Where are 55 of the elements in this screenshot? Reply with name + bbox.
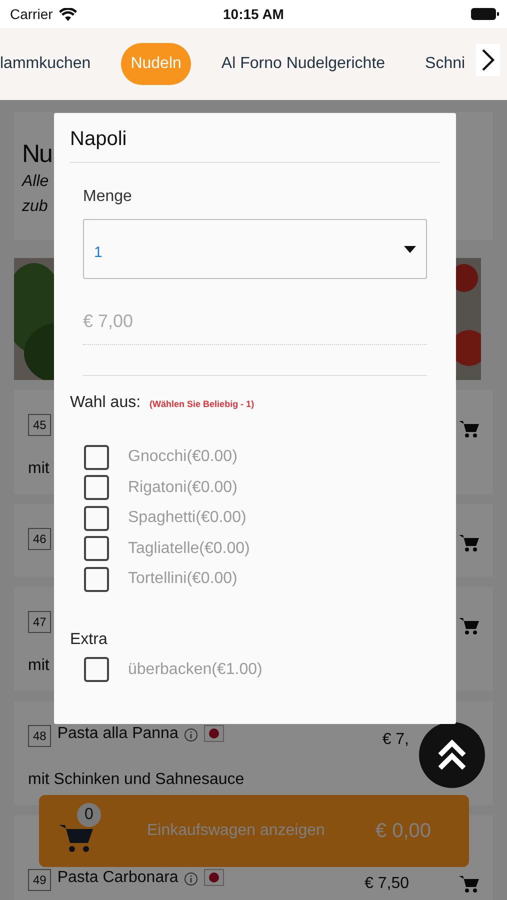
item-number: 48 [28, 725, 52, 747]
status-time: 10:15 AM [223, 6, 284, 22]
option-label: Gnocchi(€0.00) [128, 448, 238, 466]
info-icon[interactable] [184, 872, 198, 886]
category-tab[interactable]: lammkuchen [0, 43, 101, 85]
carrier-label: Carrier [10, 6, 53, 22]
item-price: € 7, [382, 730, 409, 749]
category-description: zub [22, 197, 48, 217]
item-name: Pasta Carbonara [57, 869, 178, 887]
checkbox[interactable] [84, 444, 109, 470]
checkbox[interactable] [84, 536, 109, 562]
wifi-icon [58, 8, 77, 20]
option-label: Tagliatelle(€0.00) [128, 540, 250, 558]
cart-label: Einkaufswagen anzeigen [147, 822, 325, 840]
cart-total: € 0,00 [375, 820, 431, 842]
category-tab[interactable]: Al Forno Nudelgerichte [211, 43, 396, 85]
item-number: 47 [28, 611, 52, 633]
item-name: Pasta alla Panna [57, 725, 178, 743]
cart-icon[interactable] [459, 617, 479, 635]
checkbox[interactable] [84, 657, 109, 682]
item-number: 46 [28, 528, 52, 550]
cart-icon[interactable] [459, 875, 479, 893]
quantity-select[interactable]: 1 [83, 219, 427, 279]
cart-count-badge: 0 [77, 803, 101, 827]
option-group-title: Wahl aus: [70, 394, 141, 412]
category-tab[interactable]: Schni [415, 43, 466, 85]
item-description: mit [28, 657, 50, 675]
cart-icon[interactable] [459, 420, 479, 438]
checkbox[interactable] [84, 506, 109, 531]
checkbox[interactable] [84, 475, 109, 500]
checkbox[interactable] [84, 566, 109, 592]
option-group-hint: (Wählen Sie Beliebig - 1) [150, 399, 254, 409]
option-label: überbacken(€1.00) [128, 660, 262, 679]
item-price: € 7,50 [364, 874, 409, 893]
view-cart-button[interactable]: 0 Einkaufswagen anzeigen € 0,00 [39, 795, 469, 867]
category-heading: Nu [22, 140, 52, 169]
item-number: 49 [28, 869, 52, 891]
price-field: € 7,00 [83, 311, 427, 345]
cart-icon[interactable] [459, 534, 479, 552]
category-description: Alle [22, 172, 49, 192]
option-group-title: Extra [70, 630, 108, 648]
option-label: Tortellini(€0.00) [128, 570, 238, 588]
battery-icon [471, 8, 499, 20]
chevron-right-icon [481, 48, 495, 72]
option-label: Rigatoni(€0.00) [128, 478, 238, 497]
dialog-title: Napoli [70, 113, 440, 163]
item-description: mit Schinken und Sahnesauce [28, 771, 244, 789]
flag-icon [204, 869, 224, 886]
dropdown-caret-icon [404, 246, 416, 252]
info-icon[interactable] [184, 728, 198, 742]
item-description: mit [28, 460, 50, 478]
option-label: Spaghetti(€0.00) [128, 509, 246, 528]
quantity-label: Menge [83, 188, 133, 206]
item-number: 45 [28, 414, 52, 436]
next-category-button[interactable] [476, 44, 500, 76]
